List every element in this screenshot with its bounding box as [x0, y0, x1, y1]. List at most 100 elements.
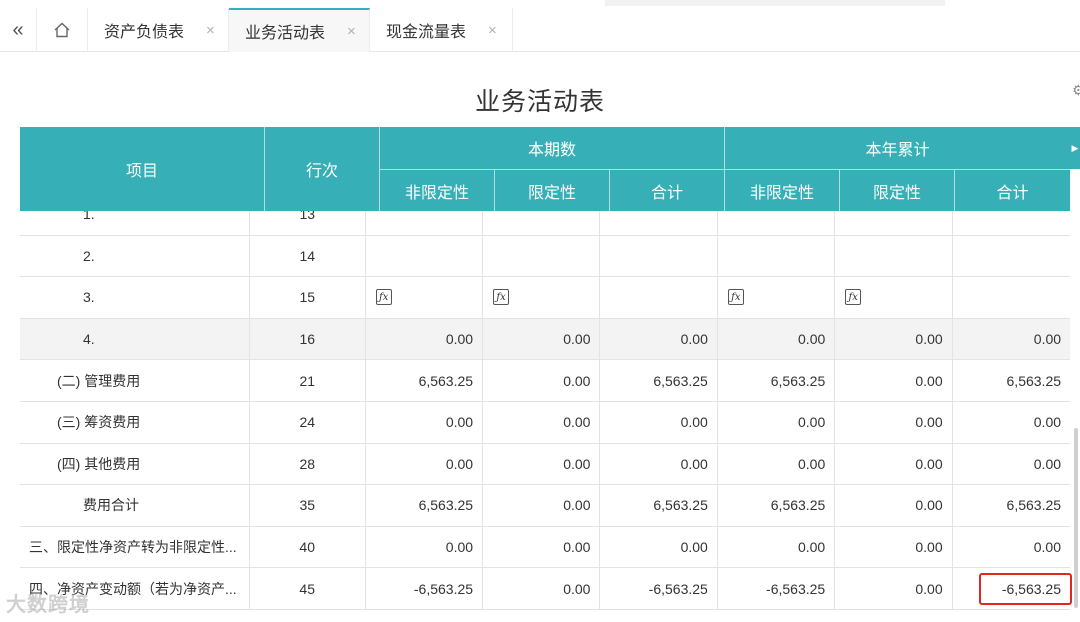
home-tab[interactable] [36, 8, 88, 52]
cell-value[interactable] [835, 235, 953, 277]
cell-value[interactable]: 0.00 [483, 526, 601, 568]
cell-value[interactable]: 6,563.25 [600, 360, 718, 401]
cell-value[interactable]: 6,563.25 [718, 360, 836, 401]
cell-line-number: 14 [250, 235, 366, 277]
vertical-scrollbar[interactable] [1074, 428, 1078, 608]
formula-cell[interactable]: ƒx [718, 277, 836, 318]
table-row: 1. 13 [20, 211, 1070, 236]
table-row: (四) 其他费用 28 0.00 0.00 0.00 0.00 0.00 0.00 [20, 443, 1070, 486]
cell-value[interactable]: 0.00 [483, 568, 601, 609]
tab-label: 业务活动表 [245, 25, 326, 42]
cell-item: 3. [20, 277, 250, 318]
cell-value[interactable]: 0.00 [366, 401, 484, 443]
header-col: 合计 [955, 169, 1070, 211]
cell-item: (四) 其他费用 [20, 443, 250, 485]
cell-value[interactable]: -6,563.25 [600, 568, 718, 609]
cell-line-number: 28 [250, 443, 366, 485]
cell-value[interactable]: 0.00 [366, 443, 484, 485]
header-line: 行次 [265, 127, 380, 211]
tab-cash-flow[interactable]: 现金流量表 × [370, 8, 513, 52]
close-icon[interactable]: × [347, 23, 356, 40]
cell-value[interactable] [718, 211, 836, 235]
cell-value[interactable] [718, 235, 836, 277]
cell-value[interactable]: 0.00 [600, 318, 718, 360]
page-title: 业务活动表 [474, 88, 605, 116]
cell-value[interactable]: 6,563.25 [953, 360, 1070, 401]
table-row: 四、净资产变动额（若为净资产... 45 -6,563.25 0.00 -6,563.2… [20, 568, 1070, 610]
cell-value[interactable] [953, 211, 1070, 235]
tab-balance-sheet[interactable]: 资产负债表 × [88, 8, 229, 52]
cell-value[interactable]: 6,563.25 [366, 360, 484, 401]
cell-line-number: 21 [250, 360, 366, 401]
cell-value[interactable]: 0.00 [366, 526, 484, 568]
table-row: 3. 15 ƒx ƒx ƒx ƒx [20, 277, 1070, 319]
home-icon [54, 22, 70, 38]
highlight-box [979, 573, 1072, 605]
table-row: 费用合计 35 6,563.25 0.00 6,563.25 6,563.25 0.00 6,… [20, 485, 1070, 527]
cell-value[interactable]: 0.00 [718, 401, 836, 443]
cell-line-number: 45 [250, 568, 366, 609]
cell-value[interactable]: 0.00 [483, 318, 601, 360]
cell-value[interactable]: 0.00 [483, 485, 601, 526]
settings-icon[interactable]: ⚙ [1072, 82, 1080, 99]
cell-value[interactable]: 0.00 [835, 526, 953, 568]
tab-activity-statement[interactable]: 业务活动表 × [229, 8, 370, 52]
table-row: 2. 14 [20, 235, 1070, 278]
cell-value[interactable]: 6,563.25 [718, 485, 836, 526]
formula-cell[interactable]: ƒx [835, 277, 953, 318]
cell-value[interactable] [600, 211, 718, 235]
cell-value[interactable]: 0.00 [835, 360, 953, 401]
cell-line-number: 35 [250, 485, 366, 526]
cell-value[interactable]: 0.00 [953, 319, 1070, 360]
formula-icon[interactable]: ƒx [493, 289, 510, 306]
formula-cell[interactable]: ƒx [366, 277, 484, 318]
cell-value[interactable]: 0.00 [718, 318, 836, 360]
cell-value[interactable]: 6,563.25 [600, 485, 718, 526]
formula-icon[interactable]: ƒx [727, 289, 744, 306]
cell-value[interactable]: 0.00 [835, 318, 953, 360]
cell-value[interactable] [953, 277, 1070, 318]
cell-value[interactable] [366, 211, 484, 235]
table-body: 1. 13 2. 14 3. 15 ƒx ƒx ƒx ƒx 4. 16 0.00 0.00 0.00 0.00… [20, 211, 1070, 611]
cell-value[interactable]: 0.00 [366, 318, 484, 360]
cell-value[interactable] [483, 211, 601, 235]
cell-value[interactable] [600, 277, 718, 318]
cell-value[interactable]: 0.00 [483, 443, 601, 485]
cell-value[interactable]: 0.00 [835, 568, 953, 609]
cell-value[interactable] [366, 235, 484, 277]
cell-value[interactable]: 0.00 [600, 526, 718, 568]
cell-value[interactable]: 0.00 [483, 401, 601, 443]
close-icon[interactable]: × [488, 22, 497, 39]
cell-value[interactable]: 6,563.25 [366, 485, 484, 526]
tab-bar: « 资产负债表 × 业务活动表 × 现金流量表 × [0, 0, 1080, 52]
close-icon[interactable]: × [206, 22, 215, 39]
formula-icon[interactable]: ƒx [375, 289, 392, 306]
cell-value[interactable]: 6,563.25 [953, 485, 1070, 526]
cell-value[interactable] [600, 235, 718, 277]
tab-label: 现金流量表 [386, 24, 467, 41]
cell-value[interactable]: 0.00 [953, 444, 1070, 485]
cell-line-number: 15 [250, 277, 366, 318]
cell-value[interactable]: 0.00 [953, 402, 1070, 443]
cell-value[interactable]: 0.00 [718, 443, 836, 485]
cell-value[interactable]: -6,563.25 [366, 568, 484, 609]
cell-value[interactable]: 0.00 [835, 485, 953, 526]
cell-value[interactable]: 0.00 [600, 443, 718, 485]
cell-value[interactable] [953, 236, 1070, 277]
collapse-tabs-icon[interactable]: « [0, 8, 36, 52]
formula-cell[interactable]: ƒx [483, 277, 601, 318]
cell-value[interactable]: 0.00 [718, 526, 836, 568]
cell-value[interactable]: -6,563.25 [718, 568, 836, 609]
formula-icon[interactable]: ƒx [845, 289, 862, 306]
cell-value[interactable]: 0.00 [835, 401, 953, 443]
table-row: 三、限定性净资产转为非限定性... 40 0.00 0.00 0.00 0.00 0.00 0… [20, 526, 1070, 569]
cell-value[interactable] [835, 211, 953, 235]
cell-item: 三、限定性净资产转为非限定性... [20, 526, 250, 568]
cell-value[interactable]: 0.00 [600, 401, 718, 443]
cell-value[interactable]: 0.00 [835, 443, 953, 485]
cell-value[interactable] [483, 235, 601, 277]
scroll-right-icon[interactable]: ▶ [1070, 127, 1080, 169]
cell-value[interactable]: 0.00 [483, 360, 601, 401]
table-row: 4. 16 0.00 0.00 0.00 0.00 0.00 0.00 [20, 318, 1070, 361]
cell-value[interactable]: 0.00 [953, 527, 1070, 568]
